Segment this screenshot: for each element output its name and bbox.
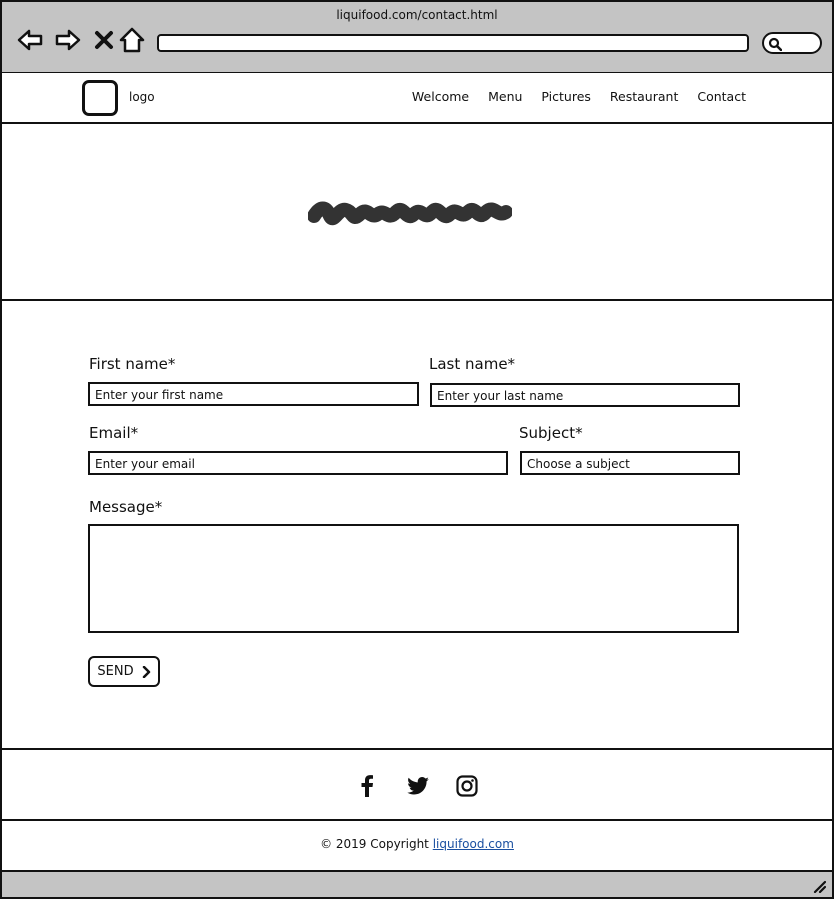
subject-label: Subject* (519, 424, 583, 442)
main-nav: Welcome Menu Pictures Restaurant Contact (412, 89, 746, 104)
nav-menu[interactable]: Menu (488, 89, 522, 104)
subject-select[interactable]: Choose a subject (520, 451, 740, 475)
address-bar[interactable] (157, 34, 749, 52)
nav-pictures[interactable]: Pictures (541, 89, 591, 104)
search-icon (768, 37, 782, 51)
social-bar (0, 748, 834, 821)
nav-restaurant[interactable]: Restaurant (610, 89, 678, 104)
site-header: logo Welcome Menu Pictures Restaurant Co… (0, 73, 834, 124)
home-icon[interactable] (118, 26, 146, 54)
copyright-link[interactable]: liquifood.com (433, 837, 514, 851)
chevron-right-icon (142, 665, 150, 678)
resize-grip-icon[interactable] (812, 879, 826, 893)
hero-title-scribble (308, 201, 512, 226)
back-arrow-icon[interactable] (16, 26, 44, 54)
nav-contact[interactable]: Contact (697, 89, 746, 104)
first-name-field[interactable]: Enter your first name (88, 382, 419, 406)
send-button-label: SEND (97, 664, 134, 679)
first-name-label: First name* (89, 355, 176, 373)
url-title: liquifood.com/contact.html (336, 8, 498, 22)
close-x-icon[interactable] (90, 26, 118, 54)
browser-statusbar (0, 870, 834, 899)
twitter-icon[interactable] (406, 774, 430, 798)
email-label: Email* (89, 424, 139, 442)
facebook-icon[interactable] (355, 774, 379, 798)
logo-image[interactable] (82, 80, 118, 116)
forward-arrow-icon[interactable] (54, 26, 82, 54)
copyright-line: © 2019 Copyright liquifood.com (2, 837, 832, 851)
send-button[interactable]: SEND (88, 656, 160, 687)
nav-welcome[interactable]: Welcome (412, 89, 469, 104)
copyright-text: © 2019 Copyright (320, 837, 429, 851)
site-footer: © 2019 Copyright liquifood.com (0, 821, 834, 871)
browser-chrome: liquifood.com/contact.html (0, 0, 834, 74)
message-textarea[interactable] (88, 524, 739, 633)
last-name-label: Last name* (429, 355, 516, 373)
instagram-icon[interactable] (455, 774, 479, 798)
email-field[interactable]: Enter your email (88, 451, 508, 475)
search-box[interactable] (762, 32, 822, 54)
logo-label: logo (129, 90, 155, 104)
message-label: Message* (89, 498, 163, 516)
last-name-field[interactable]: Enter your last name (430, 383, 740, 407)
